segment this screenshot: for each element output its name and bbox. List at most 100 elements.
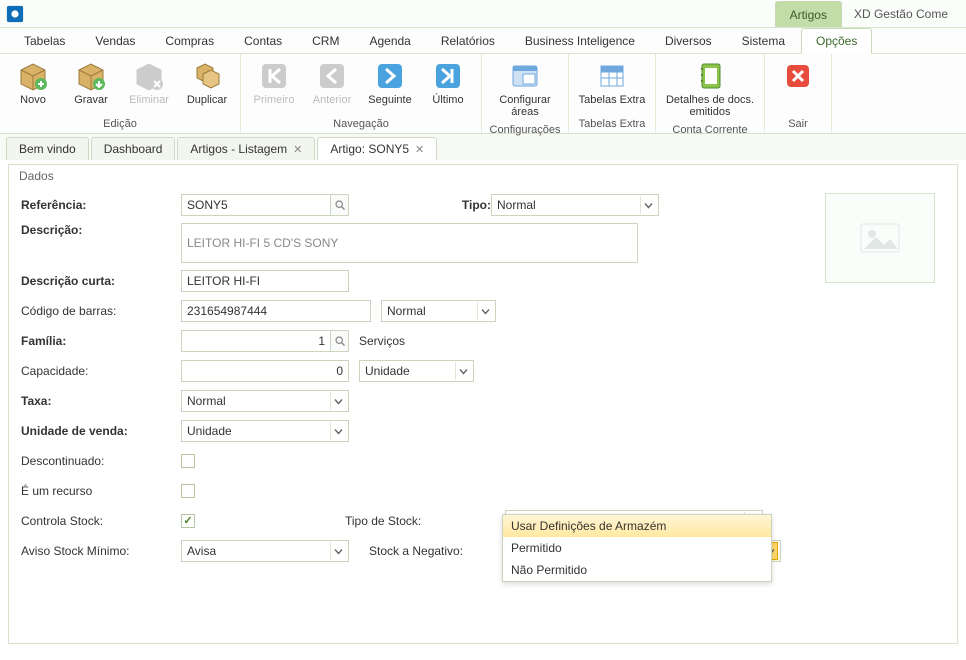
checkbox-recurso[interactable]: [181, 484, 195, 498]
ribbon-seguinte-label: Seguinte: [368, 94, 411, 106]
select-capacidade-un-value: Unidade: [365, 364, 410, 378]
select-taxa-value: Normal: [187, 394, 226, 408]
input-barras[interactable]: [181, 300, 371, 322]
app-logo-icon: [6, 5, 24, 23]
form-panel: Dados Referência: Tipo: Normal Descrição: [8, 164, 958, 644]
label-barras: Código de barras:: [21, 304, 181, 318]
select-tipo[interactable]: Normal: [491, 194, 659, 216]
close-icon[interactable]: ✕: [293, 143, 302, 156]
ribbon-primeiro: Primeiro: [245, 56, 303, 110]
menu-crm[interactable]: CRM: [298, 29, 353, 53]
label-recurso: É um recurso: [21, 484, 181, 498]
select-capacidade-un[interactable]: Unidade: [359, 360, 474, 382]
doctab-bem-vindo[interactable]: Bem vindo: [6, 137, 89, 160]
ribbon-cfg-areas[interactable]: Configurar áreas: [486, 56, 564, 122]
ribbon-novo-label: Novo: [20, 94, 46, 106]
ribbon: Novo Gravar Eliminar Duplicar Edição Primeiro…: [0, 54, 966, 134]
menu-sistema[interactable]: Sistema: [728, 29, 799, 53]
ribbon-primeiro-label: Primeiro: [254, 94, 295, 106]
menu-vendas[interactable]: Vendas: [81, 29, 149, 53]
panel-title: Dados: [19, 169, 54, 183]
ribbon-docs[interactable]: Detalhes de docs. emitidos: [660, 56, 760, 122]
input-desc-curta[interactable]: [181, 270, 349, 292]
search-familia-button[interactable]: [331, 330, 349, 352]
ribbon-duplicar-label: Duplicar: [187, 94, 227, 106]
image-icon: [860, 223, 900, 253]
menu-contas[interactable]: Contas: [230, 29, 296, 53]
select-aviso-value: Avisa: [187, 544, 216, 558]
familia-side-text: Serviços: [359, 334, 405, 348]
stock-neg-option[interactable]: Não Permitido: [503, 559, 771, 581]
chevron-down-icon: [330, 422, 346, 440]
ribbon-docs-label: Detalhes de docs. emitidos: [661, 94, 759, 118]
ribbon-gravar-label: Gravar: [74, 94, 108, 106]
doctab-artigo-sony5[interactable]: Artigo: SONY5✕: [317, 137, 437, 160]
label-descontinuado: Descontinuado:: [21, 454, 181, 468]
search-icon: [335, 200, 345, 210]
select-barras-tipo[interactable]: Normal: [381, 300, 496, 322]
chevron-down-icon: [477, 302, 493, 320]
label-aviso: Aviso Stock Mínimo:: [21, 544, 181, 558]
menu-relatórios[interactable]: Relatórios: [427, 29, 509, 53]
label-stock-neg: Stock a Negativo:: [369, 544, 511, 558]
titlebar: Artigos XD Gestão Come: [0, 0, 966, 28]
close-icon[interactable]: ✕: [415, 143, 424, 156]
chevron-down-icon: [455, 362, 471, 380]
ribbon-seguinte[interactable]: Seguinte: [361, 56, 419, 110]
label-referencia: Referência:: [21, 198, 181, 212]
doctab-dashboard[interactable]: Dashboard: [91, 137, 176, 160]
menu-compras[interactable]: Compras: [151, 29, 228, 53]
stock-neg-option[interactable]: Permitido: [503, 537, 771, 559]
ribbon-ultimo[interactable]: Último: [419, 56, 477, 110]
app-name: XD Gestão Come: [842, 1, 960, 27]
label-taxa: Taxa:: [21, 394, 181, 408]
menu-business-inteligence[interactable]: Business Inteligence: [511, 29, 649, 53]
ribbon-sair[interactable]: [769, 56, 827, 98]
menu-diversos[interactable]: Diversos: [651, 29, 726, 53]
ribbon-eliminar-label: Eliminar: [129, 94, 169, 106]
menu-opções[interactable]: Opções: [801, 28, 872, 54]
select-barras-tipo-value: Normal: [387, 304, 426, 318]
select-tipo-value: Normal: [497, 198, 536, 212]
chevron-down-icon: [640, 196, 656, 214]
checkbox-descontinuado[interactable]: [181, 454, 195, 468]
ribbon-group-caption: Navegação: [245, 116, 477, 133]
input-capacidade[interactable]: [181, 360, 349, 382]
chevron-down-icon: [330, 542, 346, 560]
label-tipo: Tipo:: [361, 198, 491, 212]
title-tab-artigos[interactable]: Artigos: [775, 1, 842, 27]
stock-neg-dropdown: Usar Definições de ArmazémPermitidoNão P…: [502, 514, 772, 582]
ribbon-group-caption: Conta Corrente: [660, 122, 760, 139]
ribbon-duplicar[interactable]: Duplicar: [178, 56, 236, 110]
input-descricao[interactable]: [181, 223, 638, 263]
ribbon-tbl-extra[interactable]: Tabelas Extra: [573, 56, 651, 110]
menu-agenda[interactable]: Agenda: [355, 29, 424, 53]
ribbon-group-caption: Configurações: [486, 122, 564, 139]
document-tabs: Bem vindoDashboardArtigos - Listagem✕Art…: [0, 134, 966, 160]
ribbon-group-caption: Sair: [769, 116, 827, 133]
image-placeholder[interactable]: [825, 193, 935, 283]
label-capacidade: Capacidade:: [21, 364, 181, 378]
input-familia[interactable]: [181, 330, 331, 352]
doctab-artigos-listagem[interactable]: Artigos - Listagem✕: [177, 137, 315, 160]
label-tipo-stock: Tipo de Stock:: [345, 514, 505, 528]
ribbon-anterior: Anterior: [303, 56, 361, 110]
checkbox-controla[interactable]: [181, 514, 195, 528]
select-uvenda-value: Unidade: [187, 424, 232, 438]
ribbon-group-caption: Edição: [4, 116, 236, 133]
ribbon-gravar[interactable]: Gravar: [62, 56, 120, 110]
menu-tabelas[interactable]: Tabelas: [10, 29, 79, 53]
select-aviso[interactable]: Avisa: [181, 540, 349, 562]
label-familia: Família:: [21, 334, 181, 348]
ribbon-group-caption: Tabelas Extra: [573, 116, 651, 133]
search-referencia-button[interactable]: [331, 194, 349, 216]
label-descricao: Descrição:: [21, 223, 181, 237]
input-referencia[interactable]: [181, 194, 331, 216]
ribbon-novo[interactable]: Novo: [4, 56, 62, 110]
ribbon-anterior-label: Anterior: [313, 94, 352, 106]
stock-neg-option[interactable]: Usar Definições de Armazém: [503, 515, 771, 537]
select-uvenda[interactable]: Unidade: [181, 420, 349, 442]
menubar: TabelasVendasComprasContasCRMAgendaRelat…: [0, 28, 966, 54]
search-icon: [335, 336, 345, 346]
select-taxa[interactable]: Normal: [181, 390, 349, 412]
